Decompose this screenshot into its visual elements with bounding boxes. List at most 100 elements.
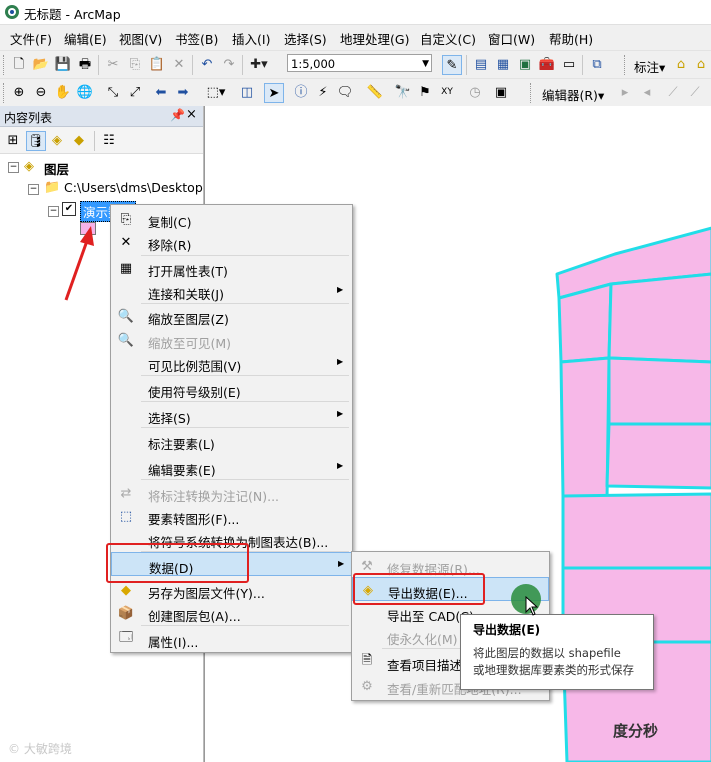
toolbar-separator xyxy=(192,55,193,75)
print-icon[interactable]: 🖶 xyxy=(76,55,94,73)
menu-windows[interactable]: 窗口(W) xyxy=(488,29,535,48)
end-point-arc-icon[interactable]: ⟋ xyxy=(686,83,704,101)
toolbar-separator xyxy=(582,55,583,75)
toc-window-icon[interactable]: ▤ xyxy=(472,55,490,73)
clear-selection-icon[interactable]: ◫ xyxy=(238,83,256,101)
undo-icon[interactable]: ↶ xyxy=(198,55,216,73)
editor-menu[interactable]: 编辑器(R)▾ xyxy=(542,85,604,104)
identify-icon[interactable]: ⓘ xyxy=(292,83,310,101)
menu-customize[interactable]: 自定义(C) xyxy=(420,29,476,48)
edit-annotation-icon[interactable]: ◂ xyxy=(638,83,656,101)
full-extent-icon[interactable]: 🌐 xyxy=(76,83,94,101)
menu-item-zoom-to-layer[interactable]: 🔍 缩放至图层(Z) xyxy=(111,304,352,328)
remove-icon: ✕ xyxy=(120,234,132,250)
list-by-drawing-order-icon[interactable]: ⊞ xyxy=(4,131,22,149)
arctoolbox-icon[interactable]: 🧰 xyxy=(538,55,556,73)
time-slider-icon[interactable]: ◷ xyxy=(466,83,484,101)
folder-path-label[interactable]: C:\Users\dms\Desktop xyxy=(64,180,203,195)
tools-toolbar: ⊕ ⊖ ✋ 🌐 ⤡ ⤢ ⬅ ➡ ⬚▾ ◫ ➤ ⓘ ⚡ 🗨 📏 🔭 ⚑ XY ◷ … xyxy=(0,78,711,106)
menu-file[interactable]: 文件(F) xyxy=(10,29,52,48)
layers-root-label[interactable]: 图层 xyxy=(44,159,69,178)
zoom-layer-icon: 🔍 xyxy=(117,308,135,324)
menu-item-label-features[interactable]: 标注要素(L) xyxy=(111,429,352,453)
catalog-icon[interactable]: ▦ xyxy=(494,55,512,73)
submenu-arrow-icon: ▶ xyxy=(338,559,345,568)
search-window-icon[interactable]: ▣ xyxy=(516,55,534,73)
toolbar-grip[interactable] xyxy=(3,83,7,103)
go-to-xy-icon[interactable]: XY xyxy=(438,83,456,101)
menu-geoprocessing[interactable]: 地理处理(G) xyxy=(340,29,409,48)
delete-icon[interactable]: ✕ xyxy=(170,55,188,73)
layer-visibility-checkbox[interactable]: ✔ xyxy=(62,202,76,216)
chevron-down-icon[interactable]: ▼ xyxy=(422,55,429,73)
menu-separator xyxy=(141,401,349,402)
labeling-toolbar-menu[interactable]: 标注▾ xyxy=(634,57,665,76)
zoom-in-icon[interactable]: ⊕ xyxy=(10,83,28,101)
back-extent-icon[interactable]: ⬅ xyxy=(152,83,170,101)
cut-icon[interactable]: ✂ xyxy=(104,55,122,73)
list-by-selection-icon[interactable]: ◆ xyxy=(70,131,88,149)
editor-toolbar-icon[interactable]: ✎ xyxy=(442,55,462,75)
menu-item-properties[interactable]: 🗔 属性(I)... xyxy=(111,627,352,651)
pan-icon[interactable]: ✋ xyxy=(54,83,72,101)
label-manager-icon[interactable]: ⌂ xyxy=(672,55,690,73)
menu-view[interactable]: 视图(V) xyxy=(119,29,162,48)
menu-item-features-to-graphics[interactable]: ⬚ 要素转图形(F)... xyxy=(111,504,352,528)
menu-item-selection[interactable]: 选择(S) ▶ xyxy=(111,403,352,427)
edit-tool-icon[interactable]: ▸ xyxy=(616,83,634,101)
zoom-out-icon[interactable]: ⊖ xyxy=(32,83,50,101)
menu-item-remove[interactable]: ✕ 移除(R) xyxy=(111,230,352,254)
toolbar-grip[interactable] xyxy=(624,55,628,75)
python-window-icon[interactable]: ▭ xyxy=(560,55,578,73)
menu-item-copy[interactable]: ⎘ 复制(C) xyxy=(111,207,352,231)
fixed-zoom-in-icon[interactable]: ⤡ xyxy=(104,83,122,101)
forward-extent-icon[interactable]: ➡ xyxy=(174,83,192,101)
menu-item-open-attribute-table[interactable]: ▦ 打开属性表(T) xyxy=(111,256,352,280)
menu-bookmarks[interactable]: 书签(B) xyxy=(175,29,218,48)
menu-item-visible-scale-range[interactable]: 可见比例范围(V) ▶ xyxy=(111,351,352,375)
modelbuilder-icon[interactable]: ⧉ xyxy=(588,55,606,73)
menu-item-joins-relates[interactable]: 连接和关联(J) ▶ xyxy=(111,279,352,303)
menu-separator xyxy=(141,375,349,376)
toolbar-grip[interactable] xyxy=(530,83,534,103)
menu-edit[interactable]: 编辑(E) xyxy=(64,29,107,48)
close-icon[interactable]: × xyxy=(186,107,197,122)
menu-item-create-layer-package[interactable]: 📦 创建图层包(A)... xyxy=(111,601,352,625)
new-document-icon[interactable]: 🗋 xyxy=(10,55,28,73)
pin-icon[interactable]: 📌 xyxy=(170,108,185,122)
menu-item-zoom-to-visible[interactable]: 🔍 缩放至可见(M) xyxy=(111,328,352,352)
fixed-zoom-out-icon[interactable]: ⤢ xyxy=(126,83,144,101)
menu-item-edit-features[interactable]: 编辑要素(E) ▶ xyxy=(111,455,352,479)
red-arrow-annotation-icon xyxy=(64,226,94,301)
straight-segment-icon[interactable]: ⟋ xyxy=(664,83,682,101)
collapse-layer-icon[interactable]: − xyxy=(48,206,59,217)
menu-insert[interactable]: 插入(I) xyxy=(232,29,270,48)
toolbar-grip[interactable] xyxy=(3,55,7,75)
copy-toolbar-icon[interactable]: ⎘ xyxy=(126,55,144,73)
save-icon[interactable]: 💾 xyxy=(54,55,72,73)
menu-item-use-symbol-levels[interactable]: 使用符号级别(E) xyxy=(111,377,352,401)
list-by-source-icon[interactable]: 🛢 xyxy=(26,131,46,151)
list-by-visibility-icon[interactable]: ◈ xyxy=(48,131,66,149)
collapse-folder-icon[interactable]: − xyxy=(28,184,39,195)
measure-icon[interactable]: 📏 xyxy=(366,83,384,101)
find-route-icon[interactable]: ⚑ xyxy=(416,83,434,101)
redo-icon[interactable]: ↷ xyxy=(220,55,238,73)
toc-options-icon[interactable]: ☷ xyxy=(100,131,118,149)
viewer-window-icon[interactable]: ▣ xyxy=(492,83,510,101)
label-priority-icon[interactable]: ⌂ xyxy=(692,55,710,73)
open-icon[interactable]: 📂 xyxy=(32,55,50,73)
collapse-layers-icon[interactable]: − xyxy=(8,162,19,173)
add-data-icon[interactable]: ✚▾ xyxy=(250,55,268,73)
paste-icon[interactable]: 📋 xyxy=(148,55,166,73)
select-features-icon[interactable]: ⬚▾ xyxy=(202,83,230,101)
menu-selection[interactable]: 选择(S) xyxy=(284,29,327,48)
menu-item-convert-labels[interactable]: ⇄ 将标注转换为注记(N)... xyxy=(111,481,352,505)
html-popup-icon[interactable]: 🗨 xyxy=(336,83,354,101)
folder-icon: 📁 xyxy=(44,180,61,195)
map-scale-combobox[interactable]: 1:5,000 ▼ xyxy=(287,54,432,72)
menu-help[interactable]: 帮助(H) xyxy=(549,29,593,48)
hyperlink-icon[interactable]: ⚡ xyxy=(314,83,332,101)
find-icon[interactable]: 🔭 xyxy=(394,83,412,101)
select-elements-icon[interactable]: ➤ xyxy=(264,83,284,103)
